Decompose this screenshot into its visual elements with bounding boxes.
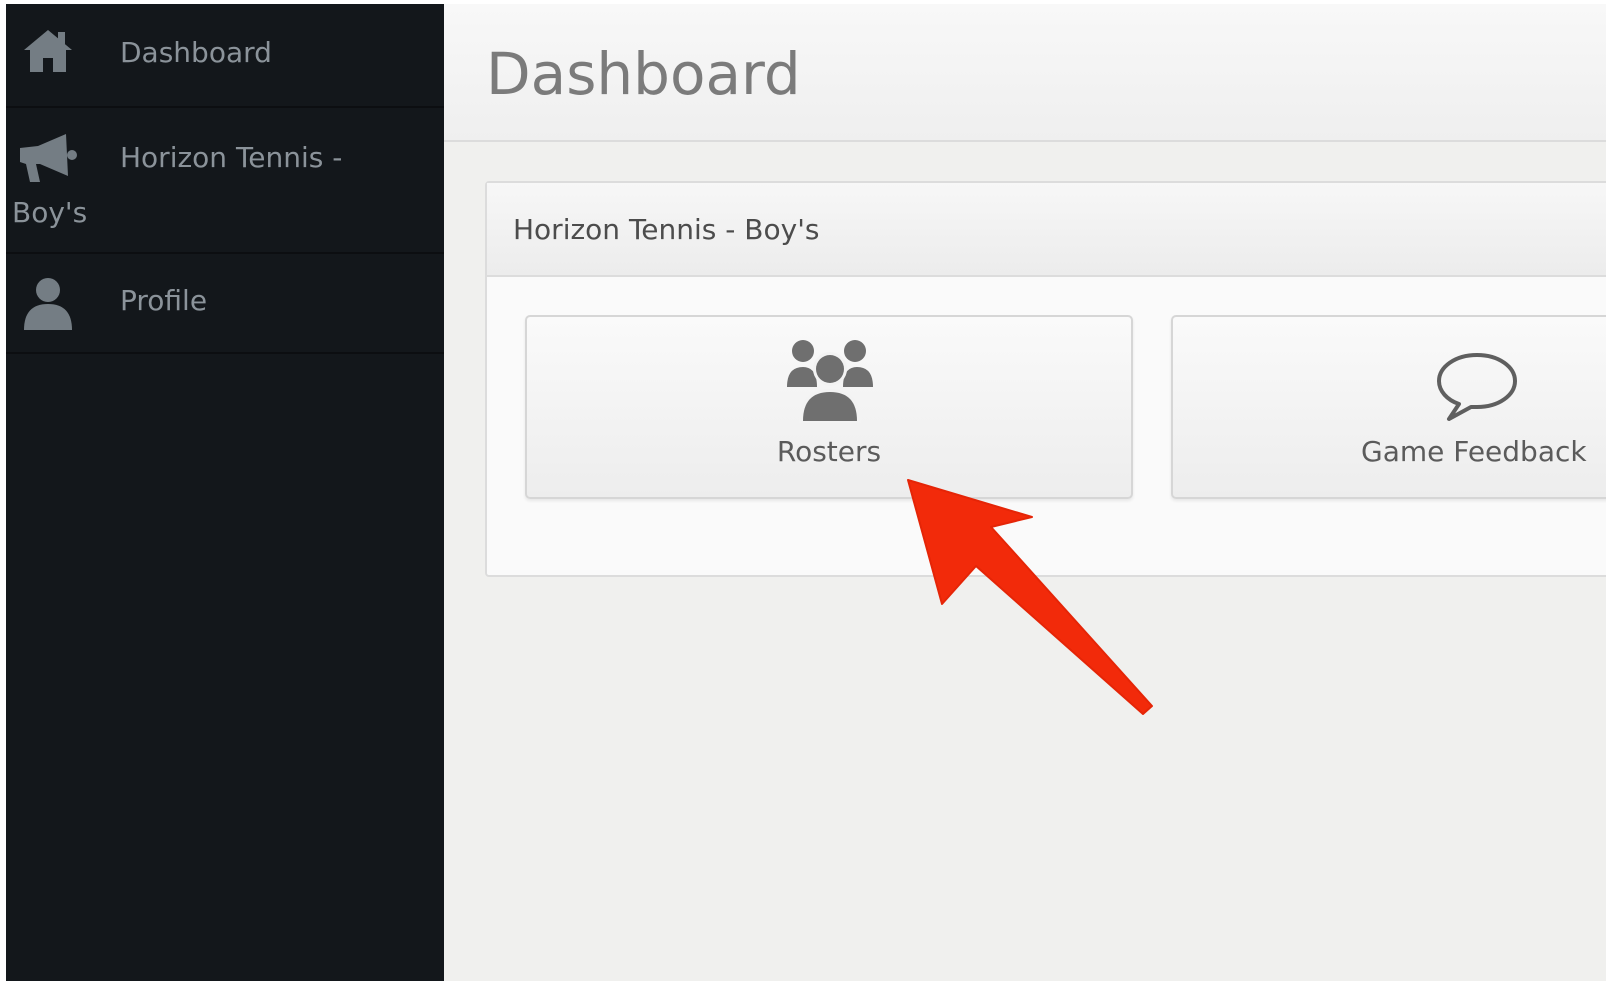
page-title: Dashboard	[486, 40, 801, 108]
sidebar-item-label-line2: Boy's	[12, 196, 88, 229]
sidebar-item-label: Dashboard	[120, 36, 272, 69]
sidebar-item-label: Horizon Tennis -	[120, 141, 343, 174]
home-icon	[20, 26, 76, 80]
sidebar-item-label: Profile	[120, 284, 208, 317]
main-content: Dashboard Horizon Tennis - Boy's Rosters…	[444, 4, 1606, 981]
panel-title: Horizon Tennis - Boy's	[513, 213, 820, 246]
user-icon	[22, 276, 74, 336]
users-group-icon	[785, 339, 875, 427]
rosters-button[interactable]: Rosters	[525, 315, 1133, 499]
rosters-label: Rosters	[776, 435, 882, 468]
sidebar-item-dashboard[interactable]: Dashboard	[6, 4, 444, 108]
sidebar: Dashboard Horizon Tennis - Boy's Profile	[6, 4, 444, 981]
speech-bubble-icon	[1435, 351, 1519, 427]
page-header: Dashboard	[444, 4, 1606, 142]
team-panel: Horizon Tennis - Boy's Rosters Game Feed…	[485, 181, 1606, 577]
sidebar-item-profile[interactable]: Profile	[6, 254, 444, 354]
game-feedback-button[interactable]: Game Feedback	[1171, 315, 1606, 499]
panel-header: Horizon Tennis - Boy's	[487, 183, 1606, 277]
app-window: Dashboard Horizon Tennis - Boy's Profile	[6, 4, 1606, 981]
megaphone-icon	[16, 130, 80, 190]
game-feedback-label: Game Feedback	[1361, 435, 1587, 468]
sidebar-item-horizon-tennis[interactable]: Horizon Tennis - Boy's	[6, 108, 444, 254]
